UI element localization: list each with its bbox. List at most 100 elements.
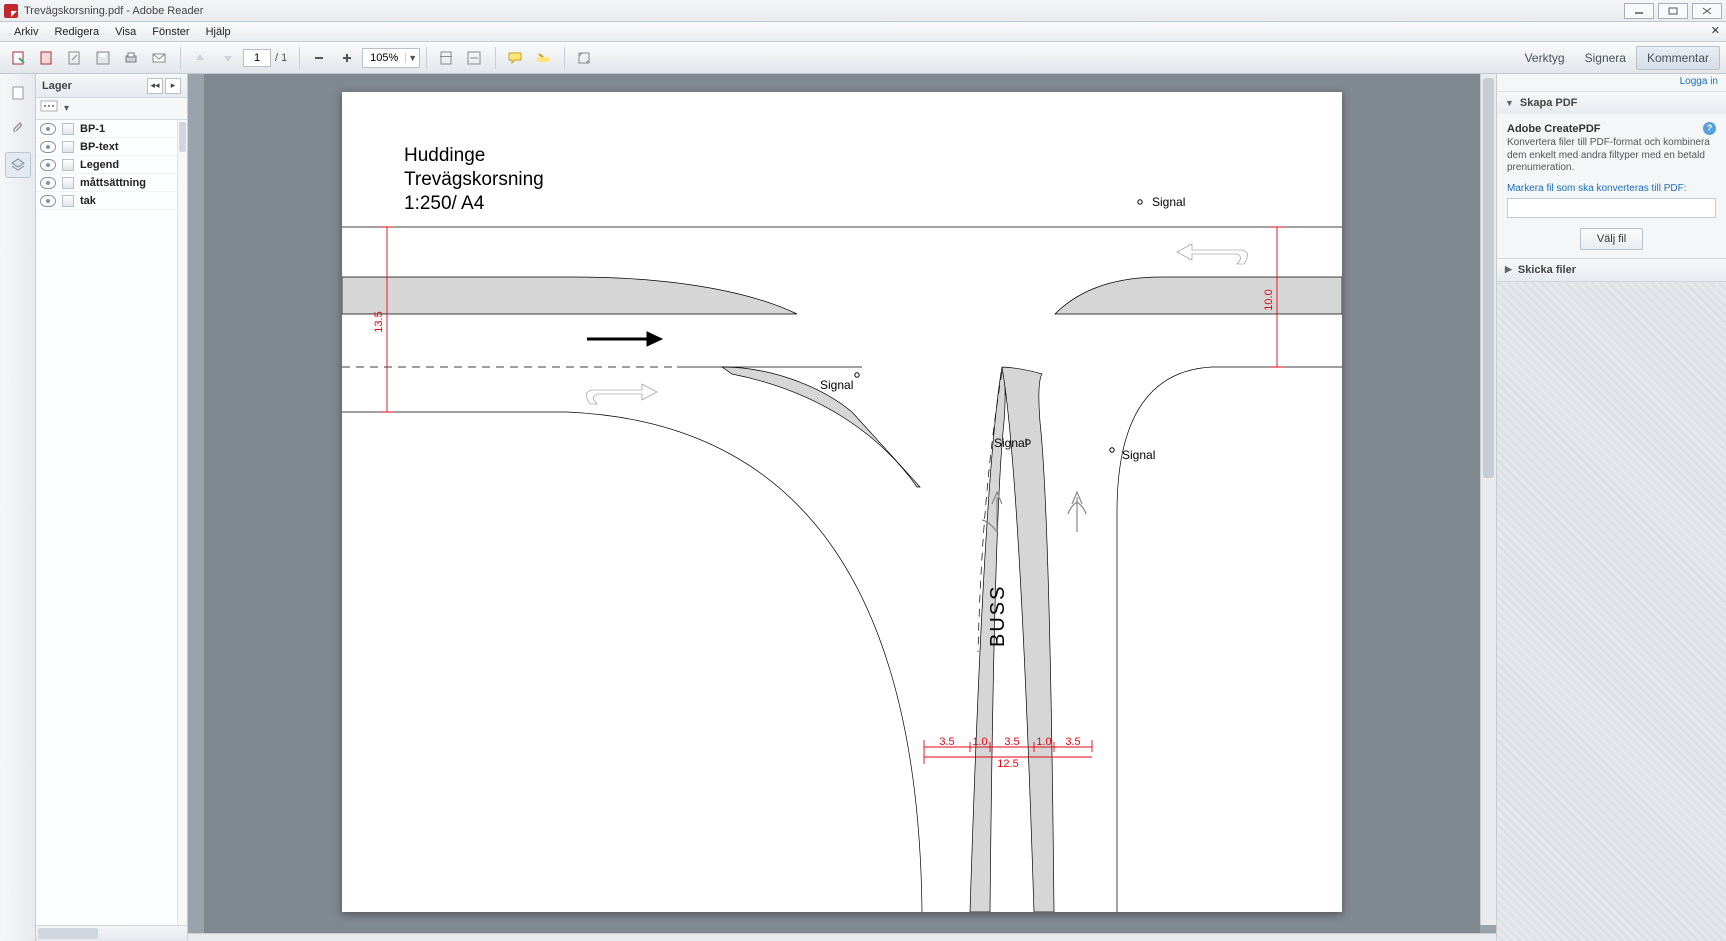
menu-visa[interactable]: Visa bbox=[107, 24, 144, 40]
separator bbox=[180, 47, 181, 69]
page-number-input[interactable] bbox=[243, 49, 271, 67]
layer-row[interactable]: Legend bbox=[36, 156, 187, 174]
page-total: / 1 bbox=[275, 52, 287, 64]
chevron-right-icon: ▶ bbox=[1505, 264, 1512, 275]
menu-arkiv[interactable]: Arkiv bbox=[6, 24, 46, 40]
close-button[interactable] bbox=[1692, 3, 1722, 19]
pdf-page[interactable]: Huddinge Trevägskorsning 1:250/ A4 bbox=[342, 92, 1342, 912]
document-area: Huddinge Trevägskorsning 1:250/ A4 bbox=[188, 74, 1496, 941]
svg-text:1.0: 1.0 bbox=[1036, 736, 1051, 748]
separator bbox=[299, 47, 300, 69]
select-file-label: Markera fil som ska konverteras till PDF… bbox=[1507, 183, 1716, 194]
menu-bar: Arkiv Redigera Visa Fönster Hjälp ✕ bbox=[0, 22, 1726, 42]
tools-tab[interactable]: Verktyg bbox=[1515, 47, 1575, 69]
attachments-icon[interactable] bbox=[5, 116, 31, 142]
layers-collapse-icon[interactable]: ◂◂ bbox=[147, 78, 163, 94]
separator bbox=[495, 47, 496, 69]
layer-row[interactable]: tak bbox=[36, 192, 187, 210]
svg-text:BUSS: BUSS bbox=[987, 585, 1009, 647]
choose-file-button[interactable]: Välj fil bbox=[1580, 228, 1643, 250]
svg-text:1.0: 1.0 bbox=[972, 736, 987, 748]
email-icon[interactable] bbox=[146, 46, 172, 70]
vertical-scrollbar[interactable] bbox=[1480, 74, 1496, 925]
eye-icon[interactable] bbox=[40, 195, 56, 207]
layers-icon[interactable] bbox=[5, 152, 31, 178]
create-pdf-icon[interactable] bbox=[34, 46, 60, 70]
minimize-button[interactable] bbox=[1624, 3, 1654, 19]
separator bbox=[426, 47, 427, 69]
menu-fonster[interactable]: Fönster bbox=[144, 24, 197, 40]
zoom-select[interactable]: 105% ▼ bbox=[362, 48, 420, 68]
layers-panel: Lager ◂◂ ▸ ▾ BP-1 BP-text Legend måttsät… bbox=[36, 74, 188, 941]
layer-icon bbox=[62, 195, 74, 207]
menu-hjalp[interactable]: Hjälp bbox=[198, 24, 239, 40]
svg-text:12.5: 12.5 bbox=[997, 758, 1018, 770]
chevron-down-icon: ▼ bbox=[405, 53, 419, 63]
chevron-down-icon[interactable]: ▾ bbox=[64, 103, 69, 114]
layer-row[interactable]: BP-1 bbox=[36, 120, 187, 138]
page-up-icon[interactable] bbox=[187, 46, 213, 70]
separator bbox=[564, 47, 565, 69]
section-create-pdf-header[interactable]: ▼Skapa PDF bbox=[1497, 92, 1726, 114]
layer-icon bbox=[62, 141, 74, 153]
svg-text:Signal: Signal bbox=[1152, 195, 1185, 209]
right-panel: Logga in ▼Skapa PDF Adobe CreatePDF? Kon… bbox=[1496, 74, 1726, 941]
section-create-pdf: ▼Skapa PDF Adobe CreatePDF? Konvertera f… bbox=[1497, 92, 1726, 259]
eye-icon[interactable] bbox=[40, 159, 56, 171]
thumbnails-icon[interactable] bbox=[5, 80, 31, 106]
svg-text:Signal: Signal bbox=[820, 378, 853, 392]
comment-icon[interactable] bbox=[502, 46, 528, 70]
left-nav-strip bbox=[0, 74, 36, 941]
maximize-button[interactable] bbox=[1658, 3, 1688, 19]
edit-icon[interactable] bbox=[62, 46, 88, 70]
pdf-icon bbox=[4, 4, 18, 18]
horizontal-scroll-gutter bbox=[188, 933, 1496, 941]
layers-title: Lager bbox=[42, 80, 145, 92]
create-pdf-heading: Adobe CreatePDF bbox=[1507, 123, 1601, 135]
page-down-icon[interactable] bbox=[215, 46, 241, 70]
save-icon[interactable] bbox=[90, 46, 116, 70]
comment-tab[interactable]: Kommentar bbox=[1636, 46, 1720, 70]
svg-text:10.0: 10.0 bbox=[1263, 289, 1275, 310]
eye-icon[interactable] bbox=[40, 141, 56, 153]
layer-scroll[interactable] bbox=[177, 120, 187, 925]
layer-icon bbox=[62, 159, 74, 171]
fit-width-icon[interactable] bbox=[461, 46, 487, 70]
export-pdf-icon[interactable] bbox=[6, 46, 32, 70]
right-panel-empty bbox=[1497, 282, 1726, 941]
layers-options-icon[interactable] bbox=[40, 100, 58, 117]
zoom-in-icon[interactable] bbox=[334, 46, 360, 70]
print-icon[interactable] bbox=[118, 46, 144, 70]
highlight-icon[interactable] bbox=[530, 46, 556, 70]
layer-hscroll[interactable] bbox=[36, 925, 187, 941]
title-bar: Trevägskorsning.pdf - Adobe Reader bbox=[0, 0, 1726, 22]
layers-close-icon[interactable]: ▸ bbox=[165, 78, 181, 94]
layer-icon bbox=[62, 177, 74, 189]
zoom-out-icon[interactable] bbox=[306, 46, 332, 70]
svg-text:3.5: 3.5 bbox=[939, 736, 954, 748]
drawing-svg: Signal Signal Signal Signal BUSS 1 bbox=[342, 92, 1342, 912]
fit-page-icon[interactable] bbox=[433, 46, 459, 70]
svg-text:3.5: 3.5 bbox=[1004, 736, 1019, 748]
menu-redigera[interactable]: Redigera bbox=[46, 24, 107, 40]
chevron-down-icon: ▼ bbox=[1505, 98, 1514, 108]
section-send-files: ▶Skicka filer bbox=[1497, 259, 1726, 282]
read-mode-icon[interactable] bbox=[571, 46, 597, 70]
svg-text:13.5: 13.5 bbox=[373, 311, 385, 332]
file-select-field[interactable] bbox=[1507, 198, 1716, 218]
svg-text:3.5: 3.5 bbox=[1065, 736, 1080, 748]
eye-icon[interactable] bbox=[40, 123, 56, 135]
section-send-files-header[interactable]: ▶Skicka filer bbox=[1497, 259, 1726, 281]
svg-text:Signal: Signal bbox=[994, 436, 1027, 450]
layer-row[interactable]: BP-text bbox=[36, 138, 187, 156]
eye-icon[interactable] bbox=[40, 177, 56, 189]
create-pdf-desc: Konvertera filer till PDF-format och kom… bbox=[1507, 137, 1716, 175]
svg-text:Signal: Signal bbox=[1122, 448, 1155, 462]
layer-row[interactable]: måttsättning bbox=[36, 174, 187, 192]
window-title: Trevägskorsning.pdf - Adobe Reader bbox=[24, 5, 203, 17]
toolbar: / 1 105% ▼ Verktyg Signera Kommentar bbox=[0, 42, 1726, 74]
panel-close-x[interactable]: ✕ bbox=[1711, 24, 1720, 37]
sign-tab[interactable]: Signera bbox=[1575, 47, 1636, 69]
help-icon[interactable]: ? bbox=[1703, 122, 1716, 135]
login-link[interactable]: Logga in bbox=[1497, 74, 1726, 92]
